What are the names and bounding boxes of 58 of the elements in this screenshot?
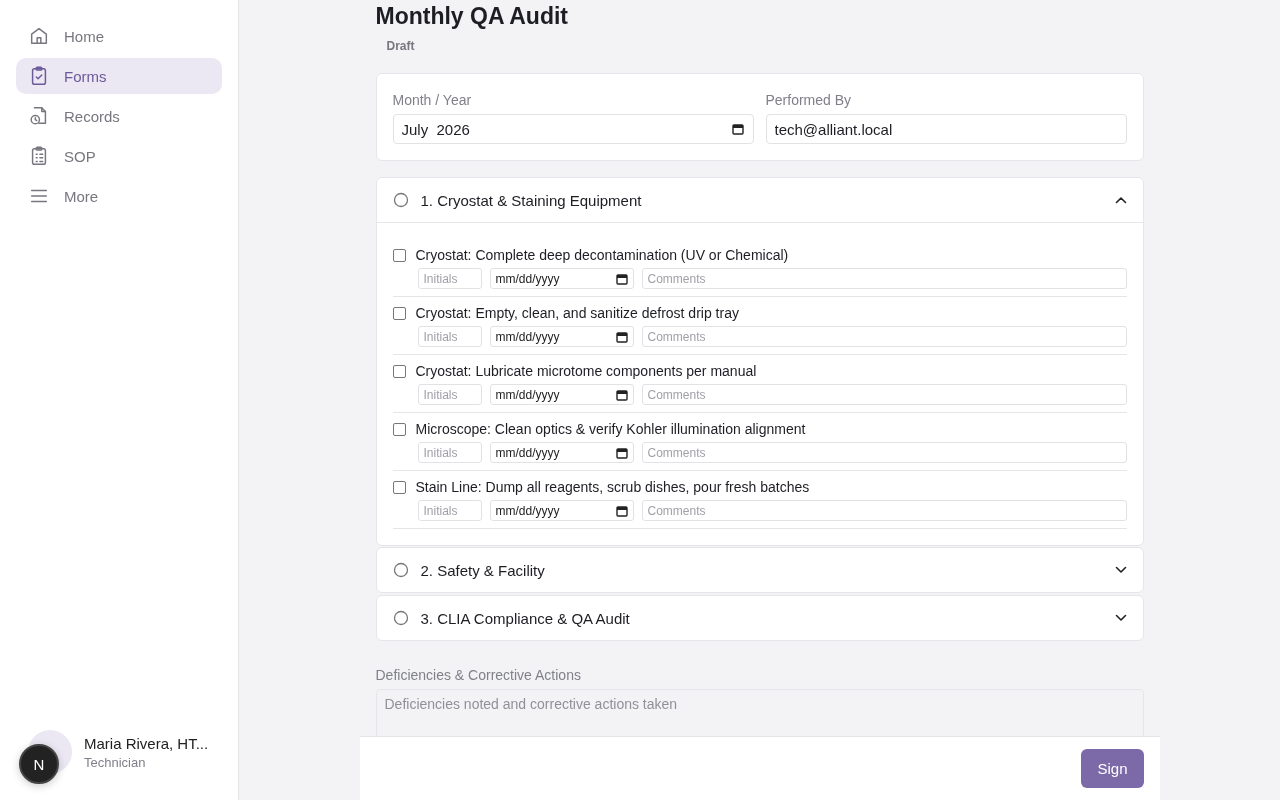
sidebar-item[interactable]: Forms: [16, 58, 222, 94]
calendar-icon[interactable]: [731, 123, 744, 135]
status-label: Draft: [386, 39, 416, 53]
month-field[interactable]: July 2026: [392, 114, 754, 144]
calendar-icon[interactable]: [615, 446, 628, 459]
page-title: Monthly QA Audit: [375, 3, 569, 30]
initials-field[interactable]: Initials: [417, 326, 482, 347]
comments-field[interactable]: Comments: [641, 326, 1127, 347]
section-header[interactable]: 2. Safety & Facility: [376, 548, 1143, 592]
field-label: Month / Year: [392, 92, 473, 108]
checkbox[interactable]: [392, 306, 406, 320]
input-field[interactable]: tech@alliant.local: [765, 114, 1127, 144]
checkbox[interactable]: [392, 364, 406, 378]
date-field[interactable]: mm/dd/yyyy: [489, 326, 634, 347]
circle-icon: [392, 192, 409, 208]
sidebar-item[interactable]: Records: [16, 98, 222, 134]
initials-field[interactable]: Initials: [417, 442, 482, 463]
checkbox[interactable]: [392, 422, 406, 436]
date-field[interactable]: mm/dd/yyyy: [489, 384, 634, 405]
calendar-icon[interactable]: [615, 388, 628, 401]
user-role: Technician: [84, 754, 147, 770]
calendar-icon[interactable]: [615, 330, 628, 343]
checkbox[interactable]: [392, 480, 406, 494]
item-label: Stain Line: Dump all reagents, scrub dishes, pour fresh batches: [415, 479, 810, 495]
initials-field[interactable]: Initials: [417, 268, 482, 289]
date-field[interactable]: mm/dd/yyyy: [489, 442, 634, 463]
circle-icon: [392, 610, 409, 626]
calendar-icon[interactable]: [615, 504, 628, 517]
item-label: Cryostat: Empty, clean, and sanitize defrost drip tray: [415, 305, 739, 321]
item-label: Cryostat: Complete deep decontamination (UV or Chemical): [415, 247, 789, 263]
field-label: Performed By: [765, 92, 853, 108]
comments-field[interactable]: Comments: [641, 384, 1127, 405]
item-label: Cryostat: Lubricate microtome components per manual: [415, 363, 757, 379]
checkbox[interactable]: [392, 248, 406, 262]
date-field[interactable]: mm/dd/yyyy: [489, 268, 634, 289]
sign-button[interactable]: Sign: [1081, 749, 1144, 788]
chevron-down-icon: [1114, 566, 1127, 574]
section-header[interactable]: 1. Cryostat & Staining Equipment: [376, 178, 1143, 222]
sidebar-item[interactable]: Home: [16, 18, 222, 54]
initials-field[interactable]: Initials: [417, 384, 482, 405]
user-name: Maria Rivera, HT...: [84, 734, 209, 752]
sidebar-item[interactable]: More: [16, 178, 222, 214]
section-header[interactable]: 3. CLIA Compliance & QA Audit: [376, 596, 1143, 640]
sidebar-item[interactable]: SOP: [16, 138, 222, 174]
item-label: Microscope: Clean optics & verify Kohler illumination alignment: [415, 421, 806, 437]
house-icon: [28, 25, 50, 47]
circle-icon: [392, 562, 409, 578]
comments-field[interactable]: Comments: [641, 500, 1127, 521]
chevron-down-icon: [1114, 614, 1127, 622]
field-label: Deficiencies & Corrective Actions: [375, 667, 582, 683]
comments-field[interactable]: Comments: [641, 442, 1127, 463]
calendar-icon[interactable]: [615, 272, 628, 285]
comments-field[interactable]: Comments: [641, 268, 1127, 289]
dev-tools-button[interactable]: N: [19, 744, 59, 784]
deficiencies-field[interactable]: Deficiencies noted and corrective actions taken: [375, 689, 1144, 736]
date-field[interactable]: mm/dd/yyyy: [489, 500, 634, 521]
initials-field[interactable]: Initials: [417, 500, 482, 521]
chevron-up-icon: [1114, 196, 1127, 204]
